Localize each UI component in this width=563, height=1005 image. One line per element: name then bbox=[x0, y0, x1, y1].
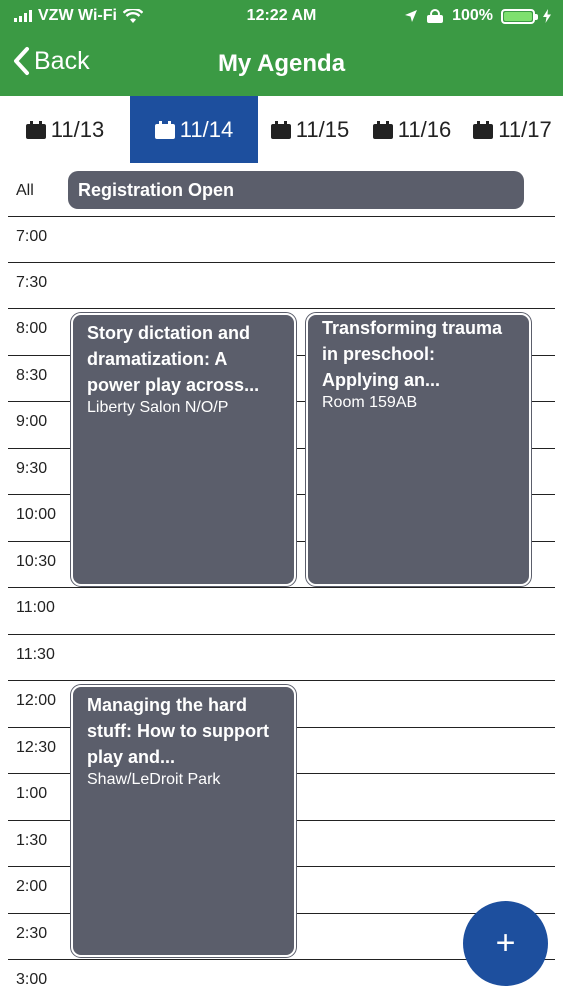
time-label: 12:30 bbox=[16, 739, 57, 756]
date-tab-label: 11/14 bbox=[179, 116, 234, 142]
all-day-event[interactable]: Registration Open bbox=[68, 171, 524, 209]
event-location: Liberty Salon N/O/P bbox=[87, 399, 229, 416]
calendar-icon bbox=[270, 120, 291, 139]
hour-divider bbox=[8, 634, 555, 635]
time-row: 7:30 bbox=[0, 262, 563, 308]
hour-divider bbox=[8, 680, 555, 681]
app-header: VZW Wi-Fi 12:22 AM 100% Back My Agenda bbox=[0, 0, 563, 96]
calendar-icon bbox=[473, 120, 494, 139]
page-title: My Agenda bbox=[217, 50, 346, 77]
all-day-row: All Registration Open bbox=[0, 163, 563, 217]
alarm-icon bbox=[427, 9, 444, 23]
event-title: Story dictation and dramatization: A pow… bbox=[87, 323, 260, 395]
date-tab-1114[interactable]: 11/14 bbox=[130, 96, 258, 163]
time-label: 9:30 bbox=[16, 460, 48, 477]
event-card[interactable]: Story dictation and dramatization: A pow… bbox=[71, 313, 296, 586]
hour-divider bbox=[8, 262, 555, 263]
calendar-icon bbox=[154, 120, 175, 139]
nav-bar: Back My Agenda bbox=[0, 38, 563, 88]
time-label: 1:00 bbox=[16, 785, 48, 802]
date-tab-1117[interactable]: 11/17 bbox=[462, 96, 563, 163]
battery-percent: 100% bbox=[452, 7, 493, 24]
location-arrow-icon bbox=[405, 10, 418, 22]
time-label: 2:00 bbox=[16, 878, 48, 895]
event-card[interactable]: Transforming trauma in preschool: Applyi… bbox=[306, 313, 531, 586]
time-row: 11:30 bbox=[0, 634, 563, 680]
add-event-button[interactable]: + bbox=[463, 901, 548, 986]
event-title: Managing the hard stuff: How to support … bbox=[87, 695, 269, 767]
calendar-icon bbox=[372, 120, 393, 139]
all-day-label: All bbox=[16, 182, 34, 199]
hour-divider bbox=[8, 308, 555, 309]
time-label: 8:00 bbox=[16, 320, 48, 337]
time-label: 3:00 bbox=[16, 971, 48, 988]
time-label: 10:00 bbox=[16, 506, 57, 523]
date-tab-label: 11/17 bbox=[498, 116, 552, 142]
status-bar: VZW Wi-Fi 12:22 AM 100% bbox=[0, 0, 563, 34]
time-label: 7:30 bbox=[16, 274, 48, 291]
date-tab-label: 11/16 bbox=[397, 116, 452, 142]
time-label: 1:30 bbox=[16, 832, 48, 849]
date-tab-label: 11/13 bbox=[50, 116, 105, 142]
date-tab-1116[interactable]: 11/16 bbox=[362, 96, 462, 163]
time-label: 9:00 bbox=[16, 413, 48, 430]
hour-divider bbox=[8, 587, 555, 588]
plus-icon: + bbox=[495, 924, 516, 962]
time-label: 7:00 bbox=[16, 228, 48, 245]
time-label: 12:00 bbox=[16, 692, 57, 709]
time-label: 2:30 bbox=[16, 925, 48, 942]
time-row: 11:00 bbox=[0, 587, 563, 633]
calendar-icon bbox=[25, 120, 46, 139]
date-tab-1115[interactable]: 11/15 bbox=[258, 96, 362, 163]
time-label: 11:30 bbox=[16, 646, 55, 663]
battery-icon bbox=[501, 8, 538, 24]
hour-divider bbox=[8, 216, 555, 217]
event-location: Room 159AB bbox=[322, 394, 418, 411]
time-label: 11:00 bbox=[16, 599, 55, 616]
event-title: Transforming trauma in preschool: Applyi… bbox=[322, 318, 503, 390]
date-tab-1113[interactable]: 11/13 bbox=[0, 96, 130, 163]
time-label: 10:30 bbox=[16, 553, 57, 570]
charging-bolt-icon bbox=[543, 9, 551, 23]
time-label: 8:30 bbox=[16, 367, 48, 384]
event-location: Shaw/LeDroit Park bbox=[87, 771, 221, 788]
date-tab-label: 11/15 bbox=[295, 116, 350, 142]
time-row: 7:00 bbox=[0, 216, 563, 262]
event-card[interactable]: Managing the hard stuff: How to support … bbox=[71, 685, 296, 957]
date-tabs: 11/13 11/14 11/15 11/16 11/17 bbox=[0, 96, 563, 163]
